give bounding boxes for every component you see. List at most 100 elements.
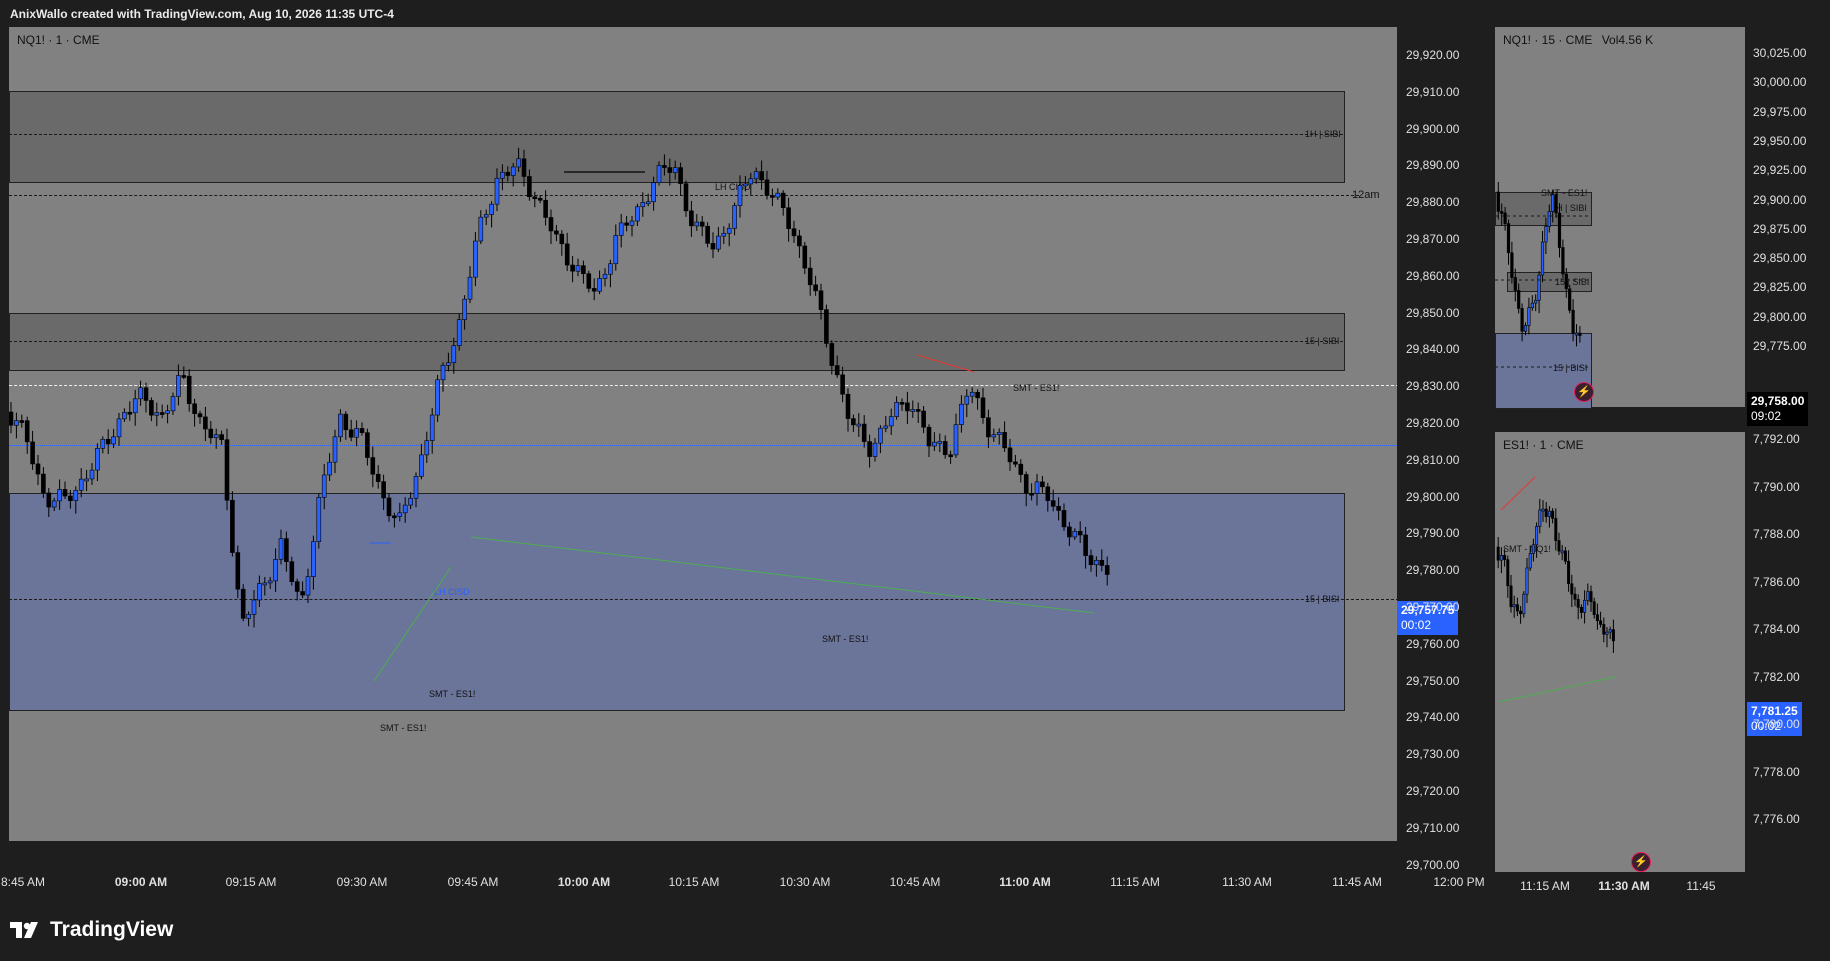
price-tick: 29,875.00 <box>1753 221 1807 236</box>
candle <box>1540 241 1545 276</box>
candle <box>856 423 862 427</box>
candle <box>791 228 797 237</box>
chart-es-price-axis[interactable] <box>1745 432 1822 872</box>
candle <box>1557 212 1562 248</box>
candle <box>1083 534 1088 556</box>
candle <box>1500 211 1504 214</box>
candle <box>953 424 959 456</box>
candle <box>176 375 181 397</box>
candle <box>1523 325 1528 332</box>
time-tick: 11:45 AM <box>1332 875 1382 889</box>
time-tick: 11:15 AM <box>1110 875 1160 889</box>
candle <box>451 345 457 364</box>
candle <box>948 454 953 458</box>
candle <box>1576 599 1580 608</box>
chart-15-panel[interactable]: NQ1! · 15 · CME Vol4.56 K SMT - ES1! 1H … <box>1495 27 1822 454</box>
time-tick: 8:45 AM <box>0 875 46 889</box>
candle <box>127 411 133 415</box>
candle <box>1547 211 1551 227</box>
candle <box>294 581 300 592</box>
main-price-axis[interactable] <box>1397 27 1490 868</box>
candle <box>510 166 516 176</box>
candle <box>1547 510 1551 517</box>
candle <box>1512 604 1516 608</box>
candle <box>273 559 278 582</box>
candle <box>537 197 543 201</box>
candle <box>1515 604 1519 612</box>
candle <box>591 288 597 292</box>
price-tick: 29,890.00 <box>1406 158 1460 173</box>
smt-line-red <box>1500 476 1536 511</box>
candle <box>764 179 770 196</box>
candle <box>1554 194 1558 214</box>
main-time-axis[interactable] <box>9 841 1397 868</box>
candle <box>143 387 149 401</box>
attribution-text: AnixWallo created with TradingView.com, … <box>10 7 394 21</box>
tradingview-logo[interactable]: TradingView <box>10 918 173 942</box>
candle <box>154 412 160 416</box>
main-plot-area[interactable]: NQ1! · 1 · CME 1H | SIBI 12am 15 | SIBI … <box>9 27 1399 868</box>
candle <box>532 196 538 200</box>
candle <box>1589 591 1593 603</box>
candle <box>208 428 214 439</box>
candle <box>813 284 818 292</box>
candle <box>624 222 629 226</box>
smt-line-green <box>373 566 452 682</box>
smt-line-green <box>1498 676 1616 703</box>
candle <box>424 440 430 456</box>
candle <box>878 427 883 444</box>
candle <box>402 504 408 514</box>
candle <box>267 580 273 584</box>
candle <box>41 473 46 494</box>
candle <box>192 403 197 414</box>
time-tick: 09:45 AM <box>447 875 499 889</box>
candle <box>1570 583 1574 595</box>
candle <box>921 410 926 428</box>
candle <box>635 206 640 222</box>
candle <box>1544 226 1548 243</box>
time-tick: 11:30 AM <box>1598 879 1650 893</box>
price-tick: 29,900.00 <box>1406 121 1460 136</box>
candle <box>1568 288 1572 311</box>
price-tick: 29,840.00 <box>1406 342 1460 357</box>
candle <box>1506 559 1510 587</box>
candle <box>483 214 489 218</box>
candle <box>397 512 403 517</box>
time-tick: 11:30 AM <box>1222 875 1272 889</box>
smt-line-green <box>470 536 1095 614</box>
candle <box>219 434 224 440</box>
candle <box>910 409 916 412</box>
alert-icon[interactable]: ⚡ <box>1574 382 1594 402</box>
candle <box>851 418 856 426</box>
candle <box>257 583 262 601</box>
candle <box>500 171 505 179</box>
candle <box>672 167 678 173</box>
candle <box>321 474 327 498</box>
chart-es-panel[interactable]: ES1! · 1 · CME SMT - NQ1! ⚡ 7,781.25 00:… <box>1495 432 1822 897</box>
attribution-bar: AnixWallo created with TradingView.com, … <box>0 0 1830 26</box>
candle <box>213 434 219 439</box>
candle <box>786 207 791 229</box>
candle <box>996 432 1002 435</box>
candle <box>116 418 122 438</box>
candle <box>149 400 154 416</box>
time-tick: 10:00 AM <box>557 875 611 889</box>
chart-15-plot-area[interactable]: NQ1! · 15 · CME Vol4.56 K SMT - ES1! 1H … <box>1495 27 1745 409</box>
candle <box>1045 486 1051 501</box>
candle <box>1002 432 1007 449</box>
main-countdown: 00:02 <box>1401 618 1432 632</box>
candle <box>1067 526 1072 538</box>
chart-es-plot-area[interactable]: ES1! · 1 · CME SMT - NQ1! ⚡ <box>1495 432 1745 872</box>
candle <box>1573 593 1577 600</box>
candle <box>1571 309 1575 334</box>
candle <box>1099 560 1105 566</box>
candle <box>300 591 305 596</box>
candle <box>359 428 365 433</box>
candle <box>1056 506 1061 511</box>
candle <box>651 182 656 203</box>
candle <box>1496 191 1500 212</box>
candle <box>1602 624 1606 635</box>
main-chart-panel[interactable]: NQ1! · 1 · CME 1H | SIBI 12am 15 | SIBI … <box>1 27 1490 897</box>
candle <box>1611 629 1615 642</box>
alert-icon[interactable]: ⚡ <box>1631 852 1651 872</box>
